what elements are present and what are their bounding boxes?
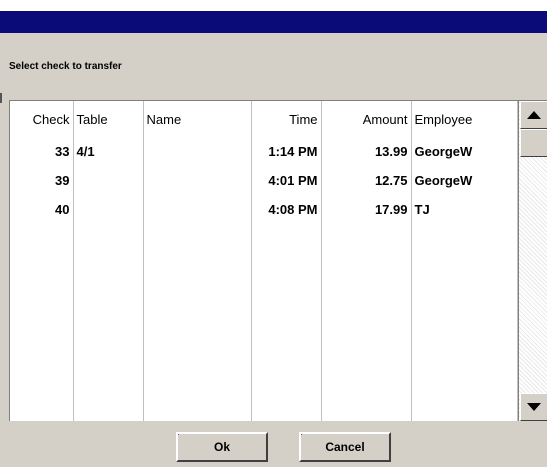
cell-check: 40 bbox=[10, 195, 74, 224]
cell-name bbox=[143, 137, 252, 166]
cell-time: 1:14 PM bbox=[251, 137, 322, 166]
button-corner-mark bbox=[301, 434, 315, 446]
scrollbar-thumb[interactable] bbox=[520, 129, 547, 157]
cell-amount: 13.99 bbox=[321, 137, 412, 166]
cancel-button[interactable]: Cancel bbox=[299, 432, 391, 462]
cell-employee: GeorgeW bbox=[411, 137, 518, 166]
column-header-amount[interactable]: Amount bbox=[321, 101, 412, 137]
table-row[interactable]: 33 4/1 1:14 PM 13.99 GeorgeW bbox=[10, 137, 518, 166]
edge-marker bbox=[0, 93, 2, 103]
triangle-up-icon bbox=[527, 111, 541, 119]
cell-employee: TJ bbox=[411, 195, 518, 224]
cell-time: 4:01 PM bbox=[251, 166, 322, 195]
window-titlebar bbox=[0, 11, 547, 33]
scroll-up-button[interactable] bbox=[520, 101, 547, 129]
cell-amount: 12.75 bbox=[321, 166, 412, 195]
vertical-scrollbar[interactable] bbox=[518, 101, 547, 421]
dialog-prompt: Select check to transfer bbox=[9, 61, 122, 72]
table-header-row: Check Table Name Time Amount Employee bbox=[10, 101, 518, 137]
cell-name bbox=[143, 195, 252, 224]
column-header-time[interactable]: Time bbox=[251, 101, 322, 137]
checks-grid: Check Table Name Time Amount Employee 33… bbox=[9, 100, 547, 421]
cell-amount: 17.99 bbox=[321, 195, 412, 224]
column-header-employee[interactable]: Employee bbox=[411, 101, 518, 137]
cell-employee: GeorgeW bbox=[411, 166, 518, 195]
cell-table bbox=[73, 166, 144, 195]
cell-name bbox=[143, 166, 252, 195]
cell-check: 39 bbox=[10, 166, 74, 195]
triangle-down-icon bbox=[527, 403, 541, 411]
cell-time: 4:08 PM bbox=[251, 195, 322, 224]
cell-check: 33 bbox=[10, 137, 74, 166]
empty-rows-area bbox=[10, 224, 518, 421]
checks-table: Check Table Name Time Amount Employee 33… bbox=[10, 101, 518, 421]
column-header-check[interactable]: Check bbox=[10, 101, 74, 137]
cell-table: 4/1 bbox=[73, 137, 144, 166]
cell-table bbox=[73, 195, 144, 224]
table-row[interactable]: 39 4:01 PM 12.75 GeorgeW bbox=[10, 166, 518, 195]
column-header-name[interactable]: Name bbox=[143, 101, 252, 137]
ok-button-label: Ok bbox=[213, 440, 230, 454]
column-header-table[interactable]: Table bbox=[73, 101, 144, 137]
ok-button[interactable]: Ok bbox=[176, 432, 268, 462]
cancel-button-label: Cancel bbox=[325, 440, 365, 454]
transfer-dialog: Select check to transfer Check Table Nam… bbox=[0, 33, 547, 467]
button-corner-mark bbox=[178, 434, 192, 446]
scroll-down-button[interactable] bbox=[520, 393, 547, 421]
table-row[interactable]: 40 4:08 PM 17.99 TJ bbox=[10, 195, 518, 224]
